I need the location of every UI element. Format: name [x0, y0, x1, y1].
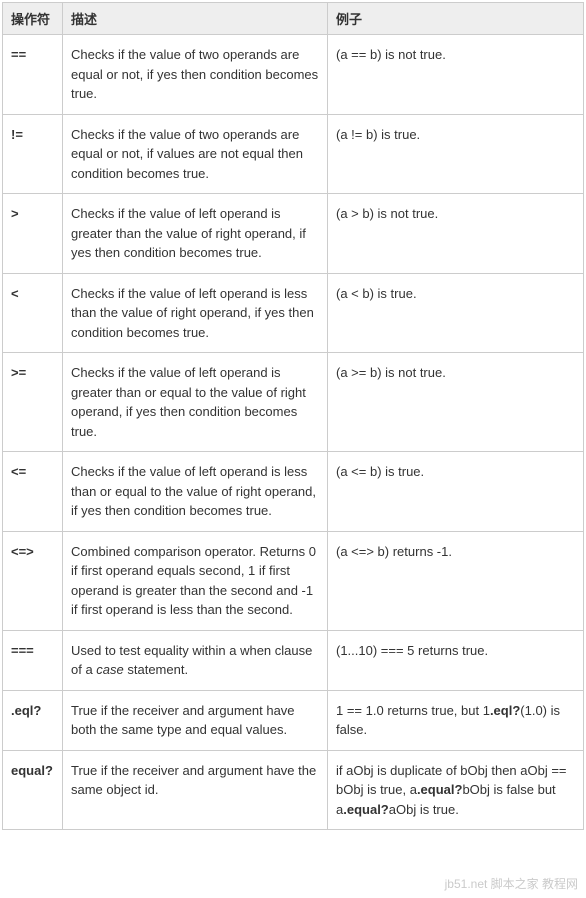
cell-description: Checks if the value of left operand is g…	[63, 353, 328, 452]
cell-description: True if the receiver and argument have t…	[63, 750, 328, 830]
cell-operator: <=>	[3, 531, 63, 630]
table-row: >Checks if the value of left operand is …	[3, 194, 584, 274]
cell-description: Used to test equality within a when clau…	[63, 630, 328, 690]
cell-description: Checks if the value of two operands are …	[63, 114, 328, 194]
table-row: <=Checks if the value of left operand is…	[3, 452, 584, 532]
table-row: .eql?True if the receiver and argument h…	[3, 690, 584, 750]
cell-example: (a <= b) is true.	[328, 452, 584, 532]
cell-description: Combined comparison operator. Returns 0 …	[63, 531, 328, 630]
cell-operator: <	[3, 273, 63, 353]
cell-description: True if the receiver and argument have b…	[63, 690, 328, 750]
cell-operator: .eql?	[3, 690, 63, 750]
cell-example: (1...10) === 5 returns true.	[328, 630, 584, 690]
table-row: <Checks if the value of left operand is …	[3, 273, 584, 353]
table-header-row: 操作符 描述 例子	[3, 3, 584, 35]
table-row: <=>Combined comparison operator. Returns…	[3, 531, 584, 630]
cell-description: Checks if the value of left operand is l…	[63, 452, 328, 532]
cell-description: Checks if the value of two operands are …	[63, 35, 328, 115]
cell-operator: equal?	[3, 750, 63, 830]
cell-operator: ==	[3, 35, 63, 115]
cell-description: Checks if the value of left operand is g…	[63, 194, 328, 274]
cell-example: (a == b) is not true.	[328, 35, 584, 115]
cell-operator: >	[3, 194, 63, 274]
cell-description: Checks if the value of left operand is l…	[63, 273, 328, 353]
header-description: 描述	[63, 3, 328, 35]
table-row: ==Checks if the value of two operands ar…	[3, 35, 584, 115]
table-row: ===Used to test equality within a when c…	[3, 630, 584, 690]
cell-example: (a <=> b) returns -1.	[328, 531, 584, 630]
table-row: !=Checks if the value of two operands ar…	[3, 114, 584, 194]
cell-operator: ===	[3, 630, 63, 690]
cell-example: 1 == 1.0 returns true, but 1.eql?(1.0) i…	[328, 690, 584, 750]
table-row: equal?True if the receiver and argument …	[3, 750, 584, 830]
cell-example: if aObj is duplicate of bObj then aObj =…	[328, 750, 584, 830]
operators-table: 操作符 描述 例子 ==Checks if the value of two o…	[2, 2, 584, 830]
cell-example: (a < b) is true.	[328, 273, 584, 353]
cell-example: (a != b) is true.	[328, 114, 584, 194]
cell-operator: <=	[3, 452, 63, 532]
cell-operator: >=	[3, 353, 63, 452]
header-example: 例子	[328, 3, 584, 35]
watermark: jb51.net 脚本之家 教程网	[445, 875, 578, 892]
header-operator: 操作符	[3, 3, 63, 35]
cell-operator: !=	[3, 114, 63, 194]
table-row: >=Checks if the value of left operand is…	[3, 353, 584, 452]
cell-example: (a >= b) is not true.	[328, 353, 584, 452]
cell-example: (a > b) is not true.	[328, 194, 584, 274]
